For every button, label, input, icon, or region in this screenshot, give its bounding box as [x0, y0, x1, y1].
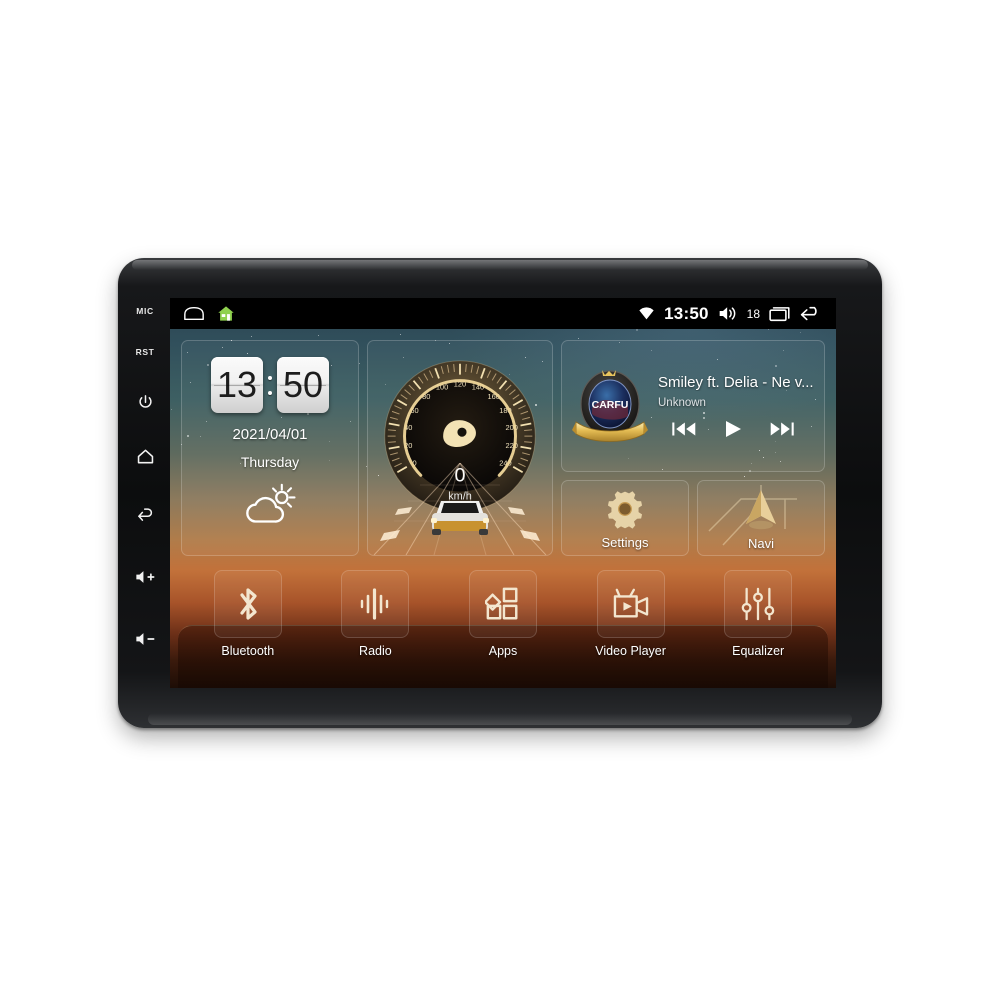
volume-icon[interactable] — [718, 305, 738, 322]
dock-icon-video-box[interactable] — [596, 570, 665, 638]
status-bar-volume-level: 18 — [746, 306, 760, 321]
dock-icon-equalizer-box[interactable] — [724, 570, 793, 638]
car-head-unit-device: MIC RST 13:50 18 13 50 2021/04/01 Thursd… — [118, 258, 882, 728]
recents-icon[interactable] — [769, 306, 790, 322]
bezel-key-reset-label: RST — [135, 347, 155, 357]
car-graphic — [431, 501, 489, 535]
album-art[interactable]: CARFU — [572, 364, 648, 448]
navigation-arrow-icon — [746, 489, 776, 529]
equalizer-sliders-icon — [741, 587, 775, 621]
clock-colon — [266, 375, 274, 395]
speedometer-widget[interactable]: 0 20 40 60 80 100 120 140 160 180 200 220 240 0 km/h — [367, 340, 553, 556]
wifi-icon[interactable] — [638, 306, 655, 321]
dock-item-video-player[interactable]: Video Player — [567, 570, 695, 682]
video-camera-icon — [613, 588, 648, 618]
apps-grid-icon — [484, 587, 518, 620]
road-svg — [373, 463, 547, 555]
home-icon — [137, 449, 153, 463]
road-animation — [368, 463, 552, 555]
media-artist: Unknown — [658, 396, 706, 409]
bezel-hardware-keys: MIC RST — [118, 258, 172, 728]
clock-minutes: 50 — [277, 357, 329, 413]
volume-up-icon — [136, 571, 155, 583]
app-dock: Bluetooth Radio Apps Video Player Equali… — [184, 570, 822, 682]
dock-label-apps: Apps — [488, 644, 518, 658]
bezel-key-volume-down[interactable] — [125, 608, 165, 670]
status-bar-left-icons — [183, 305, 235, 322]
clock-date: 2021/04/01 — [232, 426, 308, 443]
dock-item-bluetooth[interactable]: Bluetooth — [184, 570, 312, 682]
weather-icon-wrap — [182, 482, 358, 526]
dock-label-radio: Radio — [359, 644, 392, 658]
tunnel-icon[interactable] — [183, 306, 205, 321]
next-track-button[interactable] — [769, 420, 795, 438]
gear-icon — [607, 490, 643, 529]
tile-navi[interactable]: Navi — [697, 480, 825, 556]
clock-hours: 13 — [211, 357, 263, 413]
clock-weather-widget[interactable]: 13 50 2021/04/01 Thursday — [181, 340, 359, 556]
flip-clock: 13 50 — [182, 357, 358, 413]
bluetooth-icon — [240, 588, 257, 620]
carfu-badge-icon: CARFU — [572, 370, 648, 442]
play-button[interactable] — [722, 419, 744, 439]
bezel-key-mic[interactable]: MIC — [125, 294, 165, 328]
tile-settings-label: Settings — [601, 534, 649, 550]
back-nav-icon[interactable] — [799, 305, 823, 322]
dock-icon-radio-box[interactable] — [341, 570, 410, 638]
dock-item-apps[interactable]: Apps — [439, 570, 567, 682]
clock-weekday: Thursday — [240, 454, 300, 470]
dock-icon-bluetooth-box[interactable] — [213, 570, 282, 638]
bezel-key-back[interactable] — [125, 484, 165, 546]
bezel-key-reset[interactable]: RST — [125, 328, 165, 376]
status-bar-right-icons: 13:50 18 — [638, 304, 823, 324]
album-art-label: CARFU — [592, 399, 629, 411]
bezel-key-home[interactable] — [125, 428, 165, 484]
right-widget-column: CARFU Smiley ft. Delia - Ne v... Unknown — [561, 340, 825, 556]
bezel-key-power[interactable] — [125, 376, 165, 428]
tile-settings[interactable]: Settings — [561, 480, 689, 556]
power-icon — [138, 394, 152, 408]
status-bar-clock: 13:50 — [664, 303, 709, 323]
media-controls — [658, 419, 814, 439]
home-screen: 13 50 2021/04/01 Thursday 0 20 40 60 80 … — [170, 329, 836, 688]
dock-icon-apps-box[interactable] — [468, 570, 537, 638]
tile-navi-label: Navi — [747, 535, 774, 551]
bezel-key-mic-label: MIC — [136, 306, 154, 316]
partly-cloudy-icon — [246, 483, 296, 523]
dock-item-radio[interactable]: Radio — [312, 570, 440, 682]
dock-label-video-player: Video Player — [595, 644, 666, 658]
dock-label-bluetooth: Bluetooth — [221, 644, 275, 658]
radio-waves-icon — [361, 588, 389, 620]
media-track-title: Smiley ft. Delia - Ne v... — [658, 373, 814, 391]
shortcut-tiles-row: Settings Navi — [561, 480, 825, 556]
home-green-icon[interactable] — [217, 305, 235, 322]
previous-track-button[interactable] — [671, 420, 697, 438]
touchscreen[interactable]: 13:50 18 13 50 2021/04/01 Thursday 0 20 … — [170, 298, 836, 688]
back-icon — [137, 507, 152, 521]
dock-label-equalizer: Equalizer — [732, 644, 785, 658]
screenshot-root: MIC RST 13:50 18 13 50 2021/04/01 Thursd… — [0, 0, 1000, 1000]
widget-row: 13 50 2021/04/01 Thursday 0 20 40 60 80 … — [181, 340, 825, 556]
bezel-key-volume-up[interactable] — [125, 546, 165, 608]
media-player-widget[interactable]: CARFU Smiley ft. Delia - Ne v... Unknown — [561, 340, 825, 472]
dock-item-equalizer[interactable]: Equalizer — [694, 570, 822, 682]
android-status-bar: 13:50 18 — [170, 298, 836, 329]
volume-down-icon — [136, 633, 155, 645]
